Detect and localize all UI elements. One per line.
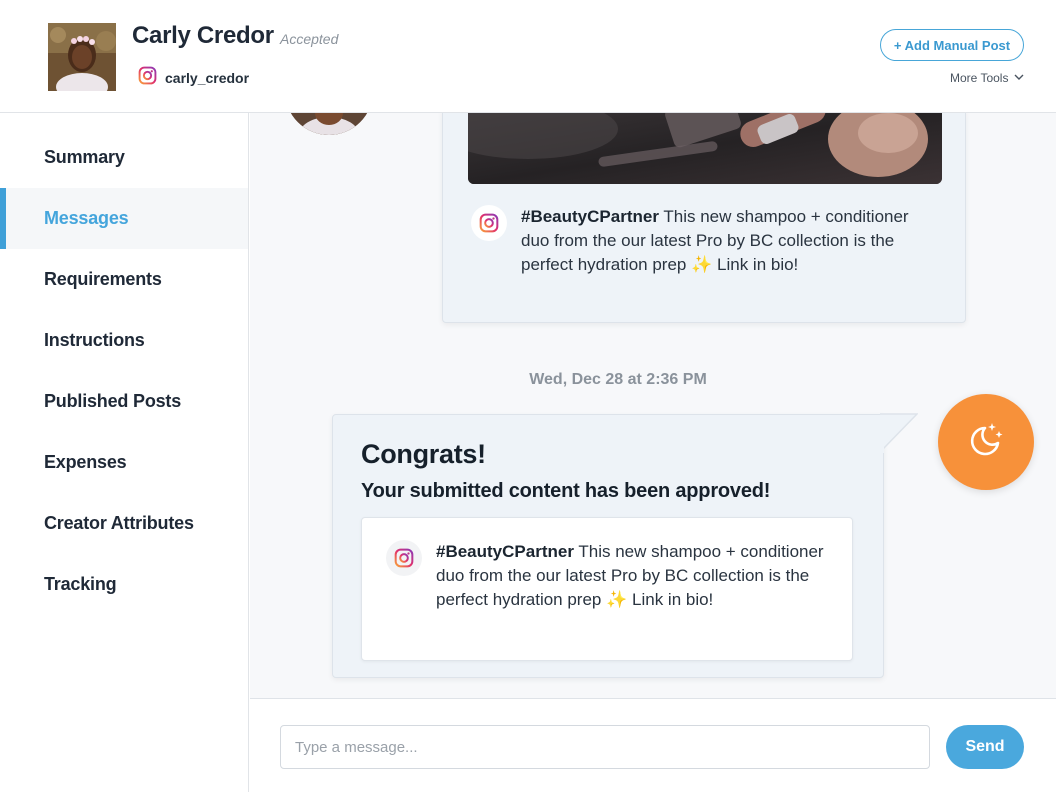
sidebar-item-messages[interactable]: Messages	[0, 188, 248, 249]
approved-post-caption: #BeautyCPartner This new shampoo + condi…	[386, 540, 836, 612]
caption-end: Link in bio!	[627, 590, 714, 609]
previous-post-caption: #BeautyCPartner This new shampoo + condi…	[471, 205, 941, 277]
instagram-icon	[138, 66, 157, 90]
post-hashtag[interactable]: #BeautyCPartner	[436, 542, 574, 561]
send-button[interactable]: Send	[946, 725, 1024, 769]
sidebar-item-summary[interactable]: Summary	[0, 127, 248, 188]
approved-post-preview: #BeautyCPartner This new shampoo + condi…	[361, 517, 853, 661]
more-tools-dropdown[interactable]: More Tools	[950, 71, 1024, 85]
dark-mode-toggle-button[interactable]	[938, 394, 1034, 490]
sidebar-item-creator-attributes[interactable]: Creator Attributes	[0, 493, 248, 554]
instagram-icon	[386, 540, 422, 576]
sidebar-item-published-posts[interactable]: Published Posts	[0, 371, 248, 432]
message-timestamp: Wed, Dec 28 at 2:36 PM	[529, 371, 707, 388]
approval-message-card: Congrats! Your submitted content has bee…	[332, 414, 884, 678]
instagram-icon	[471, 205, 507, 241]
post-caption-text: #BeautyCPartner This new shampoo + condi…	[436, 540, 828, 612]
instagram-handle: carly_credor	[165, 70, 250, 86]
sparkles-icon: ✨	[606, 590, 628, 609]
sidebar-item-requirements[interactable]: Requirements	[0, 249, 248, 310]
message-title: Congrats!	[361, 439, 486, 469]
sidebar-item-instructions[interactable]: Instructions	[0, 310, 248, 371]
post-hashtag[interactable]: #BeautyCPartner	[521, 207, 659, 226]
speech-bubble-tail	[880, 413, 918, 453]
sparkles-icon: ✨	[691, 255, 713, 274]
message-input[interactable]	[280, 725, 930, 769]
sender-avatar	[285, 113, 373, 135]
sidebar-item-expenses[interactable]: Expenses	[0, 432, 248, 493]
sidebar-item-tracking[interactable]: Tracking	[0, 554, 248, 615]
add-manual-post-button[interactable]: + Add Manual Post	[880, 29, 1024, 61]
more-tools-label: More Tools	[950, 71, 1009, 85]
moon-stars-icon	[965, 419, 1007, 466]
caption-end: Link in bio!	[712, 255, 799, 274]
instagram-handle-link[interactable]: carly_credor	[138, 66, 249, 90]
post-caption-text: #BeautyCPartner This new shampoo + condi…	[521, 205, 931, 277]
message-composer: Send	[250, 698, 1056, 792]
status-label: Accepted	[280, 31, 339, 47]
sidebar-nav: Summary Messages Requirements Instructio…	[0, 113, 249, 792]
creator-header: Carly Credor Accepted carly_credor + Add…	[0, 0, 1056, 113]
creator-name: Carly Credor	[132, 22, 274, 49]
message-subtitle: Your submitted content has been approved…	[361, 480, 771, 502]
creator-avatar	[48, 23, 116, 91]
post-media-image[interactable]	[468, 113, 942, 184]
chevron-down-icon	[1014, 71, 1024, 85]
previous-post-card: #BeautyCPartner This new shampoo + condi…	[442, 113, 966, 323]
message-thread[interactable]: #BeautyCPartner This new shampoo + condi…	[250, 113, 1056, 698]
